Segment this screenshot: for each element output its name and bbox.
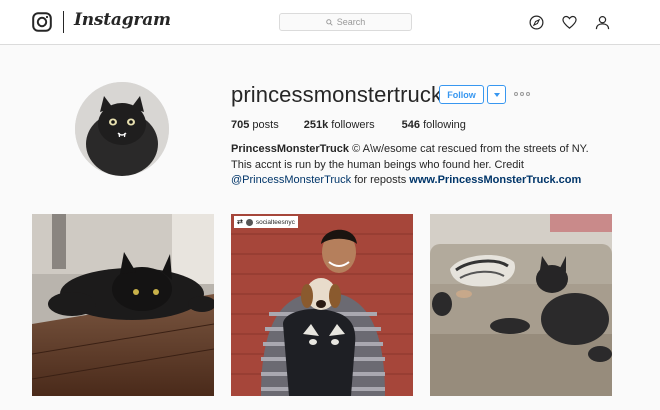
repost-icon: ⇄ [237,219,243,226]
instagram-camera-icon[interactable] [32,12,52,32]
following-label: following [423,119,466,131]
posts-stat: 705 posts [231,119,279,131]
followers-stat[interactable]: 251k followers [304,119,375,131]
suggestions-dropdown-button[interactable] [487,85,506,104]
profile-bio: PrincessMonsterTruck © A\w/esome cat res… [231,142,611,189]
post-thumbnail[interactable] [32,214,214,396]
post-image-cat-floor [32,214,214,396]
more-options-button[interactable] [514,90,532,98]
bio-text-after: for reposts [354,174,407,186]
tag-username: socialteesnyc [255,218,295,226]
heart-activity-icon[interactable] [562,15,577,30]
top-navigation-bar: Instagram Search [0,0,660,45]
logo-divider [63,11,64,33]
followers-label: followers [331,119,375,131]
repost-tag[interactable]: ⇄ socialteesnyc [234,216,298,228]
profile-stats: 705 posts 251k followers 546 following [231,119,491,131]
dot-icon [514,92,518,96]
user-profile-icon[interactable] [595,15,610,30]
follow-button[interactable]: Follow [439,85,484,104]
dot-icon [526,92,530,96]
post-thumbnail[interactable] [430,214,612,396]
posts-label: posts [252,119,279,131]
post-image-cat-couch [430,214,612,396]
search-icon [325,18,333,26]
posts-count: 705 [231,119,250,131]
bio-website-link[interactable]: www.PrincessMonsterTruck.com [409,174,581,186]
following-stat[interactable]: 546 following [402,119,466,131]
search-input[interactable]: Search [279,13,412,31]
post-image-man-with-dog [231,214,413,396]
tag-avatar [245,218,253,226]
profile-username: princessmonstertruck [231,82,443,107]
compass-explore-icon[interactable] [529,15,544,30]
search-placeholder: Search [336,17,366,27]
followers-count: 251k [303,119,329,131]
post-thumbnail[interactable]: ⇄ socialteesnyc [231,214,413,396]
profile-avatar[interactable] [75,82,169,176]
bio-full-name: PrincessMonsterTruck [231,143,349,155]
brand-wordmark[interactable]: Instagram [74,10,171,30]
bio-mention-link[interactable]: @PrincessMonsterTruck [231,174,351,186]
dot-icon [520,92,524,96]
chevron-down-icon [493,92,500,97]
following-count: 546 [401,119,421,131]
